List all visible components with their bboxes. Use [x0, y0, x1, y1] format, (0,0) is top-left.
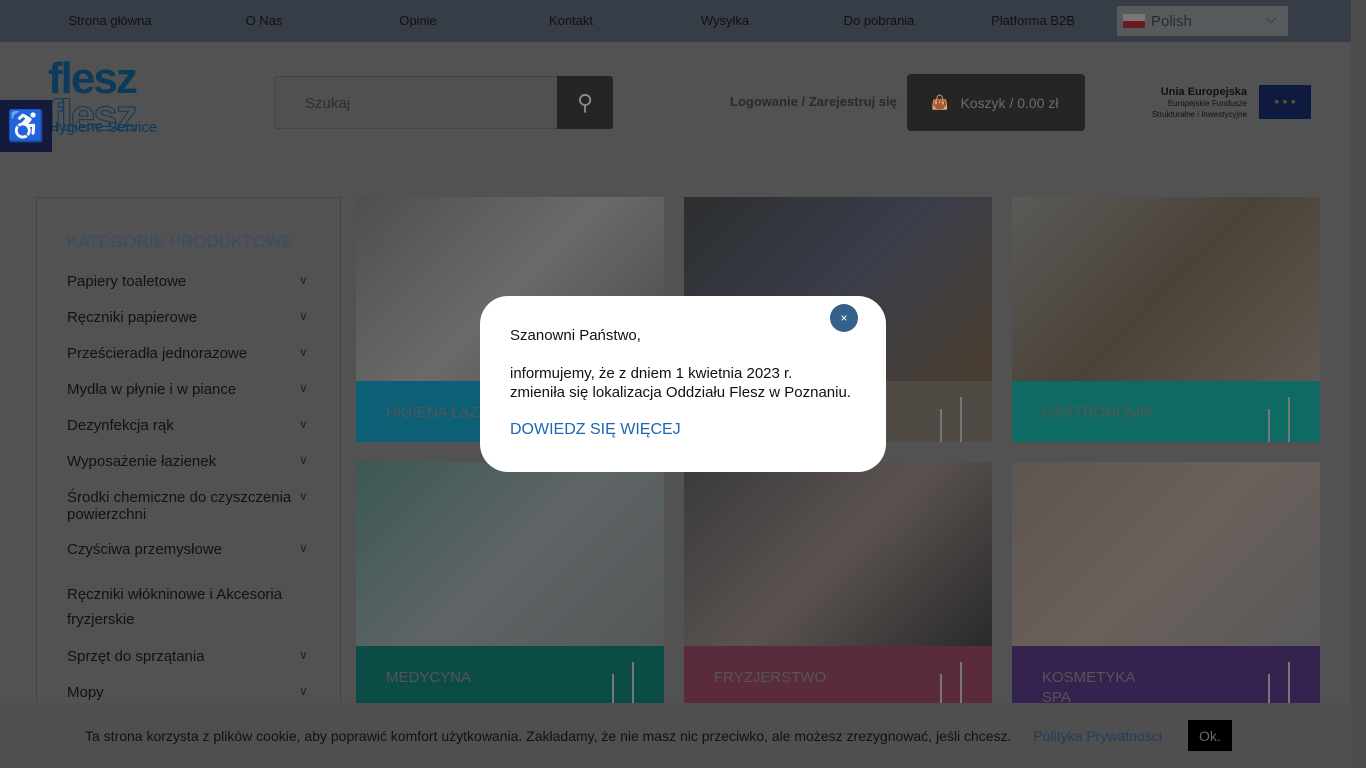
chevron-down-icon: ∨ — [299, 541, 308, 555]
eu-flag-icon: ★ ★ ★ — [1259, 85, 1311, 119]
category-item[interactable]: Mydła w płynie i w piance ∨ — [67, 381, 308, 399]
category-item[interactable]: Mopy ∨ — [67, 684, 308, 702]
cookie-ok-button[interactable]: Ok. — [1187, 720, 1232, 751]
tile-label: FRYZJERSTWO — [714, 669, 827, 686]
cookie-bar: Ta strona korzysta z plików cookie, aby … — [0, 703, 1351, 768]
shopping-bag-icon: 👜 — [931, 94, 949, 110]
chevron-down-icon: ⌵ — [1266, 11, 1276, 26]
login-register-link[interactable]: Logowanie / Zarejestruj się — [730, 94, 897, 109]
tile-decoration — [1268, 409, 1270, 442]
learn-more-link[interactable]: DOWIEDZ SIĘ WIĘCEJ — [510, 420, 856, 439]
category-tile[interactable]: MEDYCYNA — [356, 462, 664, 707]
cookie-text: Ta strona korzysta z plików cookie, aby … — [85, 727, 1012, 744]
popup-line1: informujemy, że z dniem 1 kwietnia 2023 … — [510, 365, 793, 382]
nav-downloads[interactable]: Do pobrania — [844, 13, 915, 28]
eu-line2: Strukturalne i Inwestycyjne — [1151, 109, 1247, 119]
cart-label: Koszyk / 0.00 zł — [960, 94, 1059, 111]
category-item[interactable]: Wyposażenie łazienek ∨ — [67, 453, 308, 471]
tile-decoration — [1288, 662, 1290, 707]
category-item[interactable]: Sprzęt do sprzątania ∨ — [67, 648, 308, 666]
scrollbar[interactable] — [1351, 0, 1366, 768]
category-sidebar: KATEGORIE PRODUKTOWE Papiery toaletowe ∨ … — [36, 197, 341, 757]
privacy-policy-link[interactable]: Polityka Prywatności — [1033, 728, 1161, 744]
nav-reviews[interactable]: Opinie — [399, 13, 437, 28]
tile-label: KOSMETYKA SPA — [1042, 669, 1136, 706]
close-button[interactable]: × — [830, 304, 858, 332]
category-photo — [356, 462, 664, 646]
chevron-down-icon: ∨ — [299, 648, 308, 662]
chevron-down-icon: ∨ — [299, 381, 308, 395]
chevron-down-icon: ∨ — [299, 489, 308, 503]
category-item[interactable]: Czyściwa przemysłowe ∨ — [67, 541, 308, 559]
category-photo — [1012, 462, 1320, 646]
tile-label: GASTRONOMIA — [1042, 404, 1155, 421]
chevron-down-icon: ∨ — [299, 345, 308, 359]
nav-home[interactable]: Strona główna — [68, 13, 151, 28]
category-photo — [1012, 197, 1320, 381]
category-tile[interactable]: KOSMETYKA SPA — [1012, 462, 1320, 707]
search-icon: ⚲ — [576, 89, 594, 115]
category-item[interactable]: Ręczniki włókninowe i Akcesoria fryzjers… — [67, 582, 307, 632]
language-label: Polish — [1151, 12, 1192, 30]
nav-b2b[interactable]: Platforma B2B — [991, 13, 1075, 28]
tile-decoration — [940, 409, 942, 442]
eu-line1: Europejskie Fundusze — [1167, 99, 1247, 109]
category-item[interactable]: Środki chemiczne do czyszczenia powierzc… — [67, 489, 308, 523]
chevron-down-icon: ∨ — [299, 417, 308, 431]
tile-decoration — [960, 397, 962, 442]
search-input[interactable]: Szukaj — [274, 76, 558, 129]
cart-button[interactable]: 👜 Koszyk / 0.00 zł — [907, 74, 1085, 131]
logo-tagline: Hygiene Service — [48, 119, 158, 136]
sidebar-title: KATEGORIE PRODUKTOWE — [67, 232, 294, 251]
chevron-down-icon: ∨ — [299, 309, 308, 323]
category-item[interactable]: Papiery toaletowe ∨ — [67, 273, 308, 291]
chevron-down-icon: ∨ — [299, 453, 308, 467]
eu-funds-text: Unia Europejska Europejskie Fundusze Str… — [1144, 85, 1247, 120]
chevron-down-icon: ∨ — [299, 273, 308, 287]
nav-shipping[interactable]: Wysyłka — [701, 13, 749, 28]
announcement-popup: × Szanowni Państwo, informujemy, że z dn… — [480, 296, 886, 472]
nav-contact[interactable]: Kontakt — [549, 13, 593, 28]
tile-decoration — [1288, 397, 1290, 442]
top-navigation: Strona główna O Nas Opinie Kontakt Wysył… — [0, 0, 1351, 42]
category-item[interactable]: Dezynfekcja rąk ∨ — [67, 417, 308, 435]
tile-decoration — [960, 662, 962, 707]
accessibility-icon[interactable]: ♿ — [0, 100, 52, 152]
category-tile[interactable]: FRYZJERSTWO — [684, 462, 992, 707]
chevron-down-icon: ∨ — [299, 684, 308, 698]
popup-line2: zmieniła się lokalizacja Oddziału Flesz … — [510, 384, 851, 401]
nav-about[interactable]: O Nas — [246, 13, 283, 28]
logo[interactable]: flesz flesz Hygiene Service — [48, 56, 158, 138]
category-item[interactable]: Prześcieradła jednorazowe ∨ — [67, 345, 308, 363]
category-tile[interactable]: GASTRONOMIA — [1012, 197, 1320, 442]
language-select[interactable]: Polish ⌵ — [1117, 6, 1288, 36]
category-photo — [684, 462, 992, 646]
poland-flag-icon — [1123, 14, 1145, 28]
popup-greeting: Szanowni Państwo, — [510, 327, 641, 344]
tile-label: MEDYCYNA — [386, 669, 472, 686]
eu-title: Unia Europejska — [1160, 86, 1247, 98]
tile-decoration — [632, 662, 634, 707]
search-button[interactable]: ⚲ — [557, 76, 613, 129]
category-item[interactable]: Ręczniki papierowe ∨ — [67, 309, 308, 327]
